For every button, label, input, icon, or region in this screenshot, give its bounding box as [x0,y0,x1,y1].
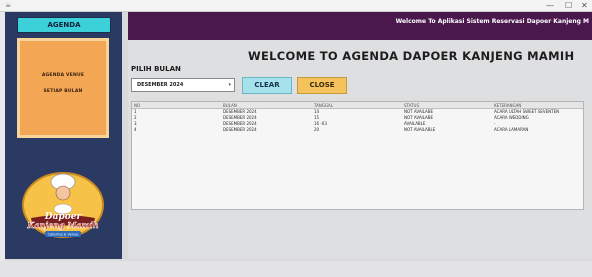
month-select[interactable]: DESEMBER 2024 ▾ [131,78,235,92]
welcome-banner-text: Welcome To Aplikasi Sistem Reservasi Dap… [395,18,589,25]
cell-no: 2 [134,115,137,120]
agenda-tab[interactable]: AGENDA [17,17,111,33]
dapoer-kanjeng-mamih-logo: Dapoer Kanjeng Mamih Catering & Venue [22,172,104,238]
cell-keterangan: ACARA ULTAH SWEET SEVENTEN [494,109,560,114]
column-header-tanggal[interactable]: TANGGAL [314,103,333,108]
cell-bulan: DESEMBER 2024 [223,115,257,120]
close-button[interactable]: CLOSE [297,77,347,94]
column-header-bulan[interactable]: BULAN [223,103,237,108]
cell-no: 4 [134,127,137,132]
clear-button[interactable]: CLEAR [242,77,292,94]
cell-keterangan: - [494,121,496,126]
cell-no: 3 [134,121,137,126]
menu-item-agenda-venue[interactable]: AGENDA VENUE [20,73,106,78]
restore-button[interactable]: ☐ [565,0,572,11]
agenda-table: NO BULAN TANGGAL STATUS KETERANGAN 1 DES… [131,101,584,210]
cell-status: NOT AVAILABE [404,109,434,114]
column-header-no[interactable]: NO [134,103,140,108]
column-header-status[interactable]: STATUS [404,103,419,108]
pilih-bulan-label: PILIH BULAN [131,65,181,73]
minimize-button[interactable]: — [546,0,554,11]
svg-text:Catering & Venue: Catering & Venue [48,233,79,237]
svg-text:Kanjeng Mamih: Kanjeng Mamih [26,220,99,230]
cell-tanggal: 20 [314,127,320,132]
cell-tanggal: 15 [314,115,320,120]
cell-bulan: DESEMBER 2024 [223,109,257,114]
menu-item-setiap-bulan[interactable]: SETIAP BULAN [20,89,106,94]
bottom-strip [0,261,592,277]
close-window-button[interactable]: ✕ [581,0,588,11]
sidebar-menu-box: AGENDA VENUE SETIAP BULAN [17,38,109,138]
cell-keterangan: ACARA LAMARAN [494,127,529,132]
table-row[interactable]: 4 DESEMBER 2024 20 NOT AVAILABLE ACARA L… [132,127,583,133]
chevron-down-icon: ▾ [228,82,231,88]
cell-bulan: DESEMBER 2024 [223,121,257,126]
month-select-value: DESEMBER 2024 [137,82,184,88]
cell-no: 1 [134,109,137,114]
cell-status: AVAILABLE [404,121,426,126]
cell-status: NOT AVAILABLE [404,127,436,132]
page-title: WELCOME TO AGENDA DAPOER KANJENG MAMIH [248,49,575,63]
cell-status: NOT AVAILABE [404,115,434,120]
window-titlebar: ☕ — ☐ ✕ [0,0,592,12]
cell-bulan: DESEMBER 2024 [223,127,257,132]
top-banner [128,12,592,40]
cell-tanggal: 16 -03 [314,121,327,126]
cell-tanggal: 14 [314,109,320,114]
column-header-keterangan[interactable]: KETERANGAN [494,103,521,108]
table-header: NO BULAN TANGGAL STATUS KETERANGAN [132,102,583,109]
cell-keterangan: ACARA WEDDING [494,115,529,120]
app-icon: ☕ [5,1,12,9]
